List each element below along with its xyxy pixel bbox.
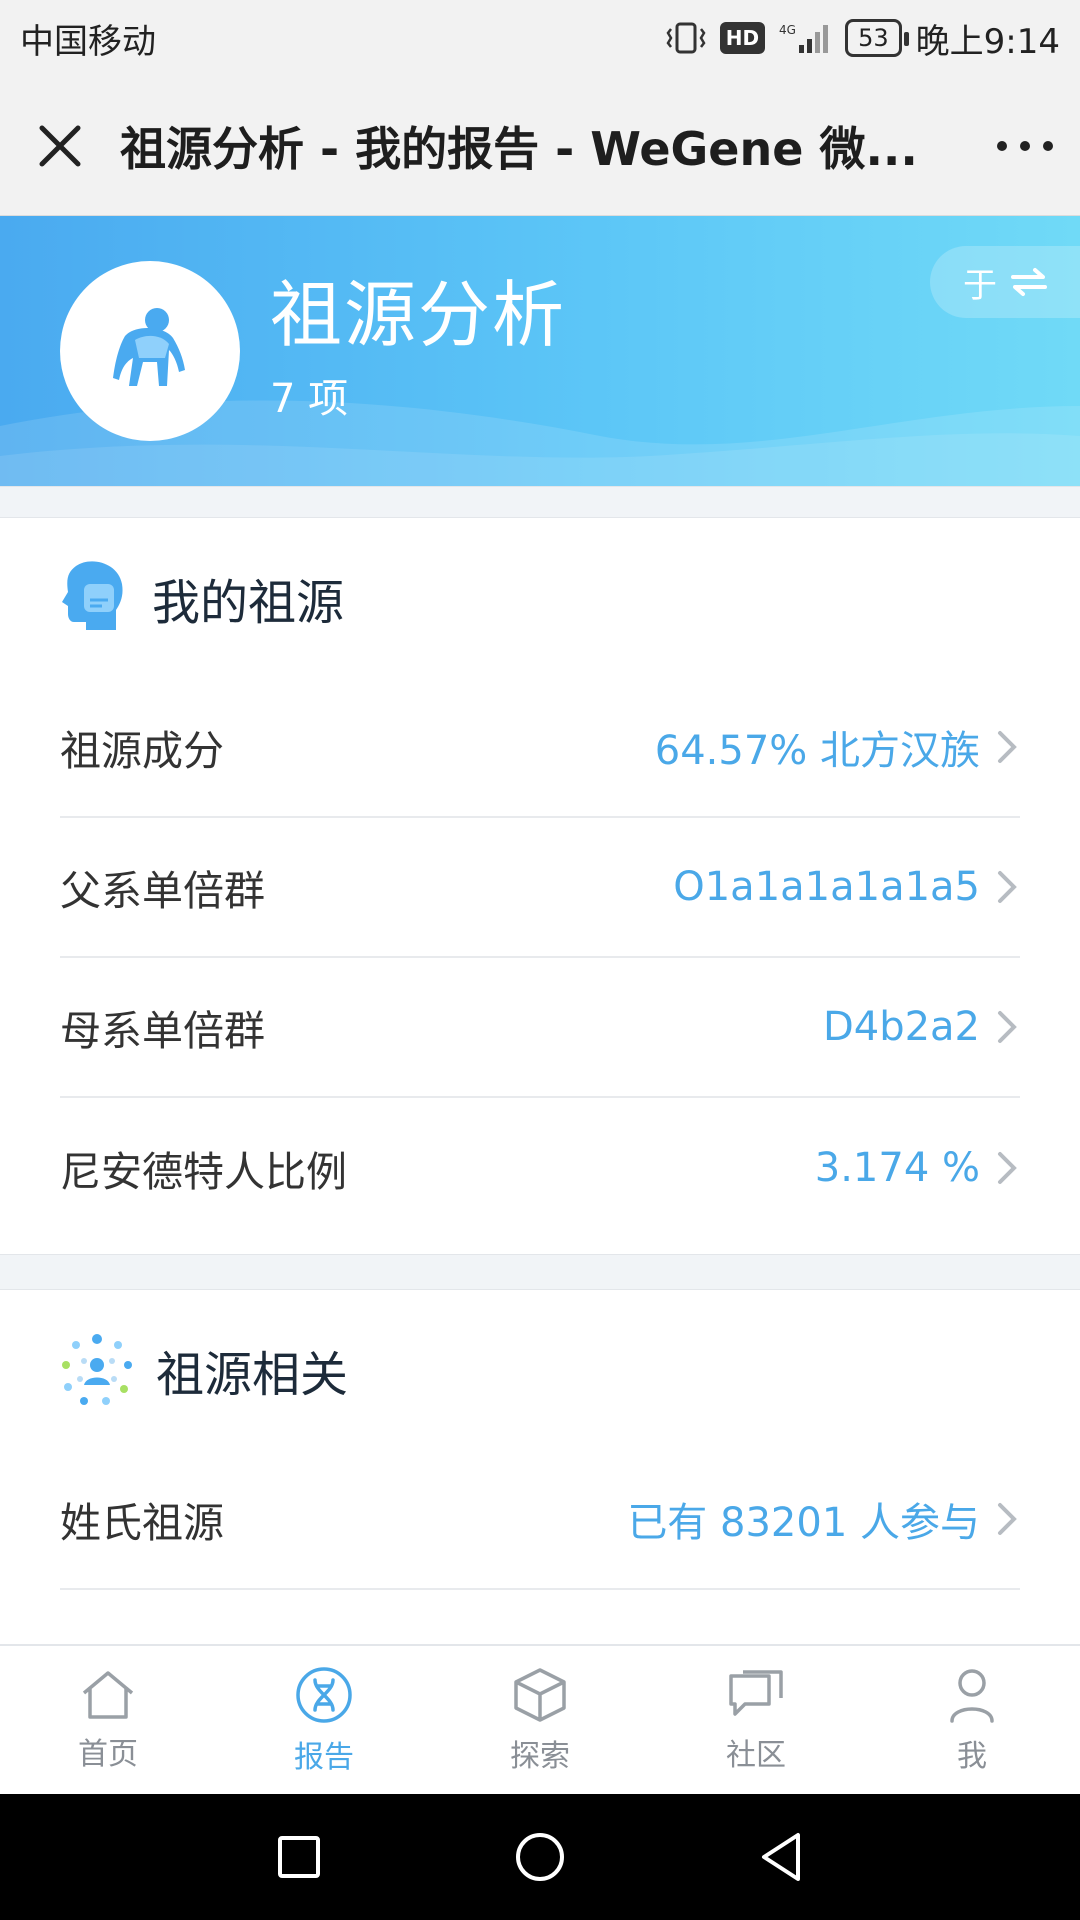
hd-badge: HD — [719, 22, 766, 54]
chat-icon — [729, 1670, 783, 1716]
row-value-group: O1a1a1a1a1a5 — [673, 864, 1020, 910]
chevron-right-icon — [998, 1152, 1017, 1184]
bottom-tab-bar: 首页 报告 探索 社区 我 — [0, 1644, 1080, 1796]
battery-indicator: 53 — [845, 19, 909, 57]
tab-label: 首页 — [78, 1737, 138, 1772]
tab-label: 报告 — [294, 1740, 354, 1775]
chevron-right-icon — [998, 1503, 1017, 1535]
section-header: 祖源相关 — [0, 1290, 1080, 1450]
system-nav-bar — [0, 1794, 1080, 1920]
ancestry-related-section: 祖源相关 姓氏祖源 已有 83201 人参与 — [0, 1290, 1080, 1590]
tab-label: 社区 — [726, 1738, 786, 1773]
more-options-button[interactable] — [970, 76, 1080, 216]
signal-icon: 4G — [779, 21, 831, 55]
home-icon — [82, 1671, 134, 1719]
switch-user-button[interactable]: 于 — [930, 246, 1080, 318]
section-title: 祖源相关 — [156, 1347, 349, 1403]
close-button[interactable] — [0, 76, 120, 216]
row-label: 母系单倍群 — [60, 1007, 265, 1055]
status-icons: HD 4G 53 晚上9:14 — [666, 14, 1060, 63]
swap-arrows-icon — [1011, 268, 1047, 296]
row-value-group: 3.174 % — [815, 1145, 1020, 1191]
network-type: 4G — [779, 23, 796, 37]
banner-title: 祖源分析 — [270, 273, 567, 357]
ape-icon — [113, 308, 185, 386]
section-header: 我的祖源 — [0, 518, 1080, 678]
row-label: 尼安德特人比例 — [60, 1148, 347, 1196]
carrier-label: 中国移动 — [20, 21, 156, 62]
row-paternal-haplogroup[interactable]: 父系单倍群 O1a1a1a1a1a5 — [60, 818, 1020, 958]
chevron-right-icon — [998, 731, 1017, 763]
my-ancestry-section: 我的祖源 祖源成分 64.57% 北方汉族 父系单倍群 O1a1a1a1a1a5… — [0, 518, 1080, 1238]
report-count: 7 项 — [270, 376, 349, 422]
row-value: 64.57% 北方汉族 — [654, 728, 980, 774]
vibrate-icon — [666, 21, 706, 55]
row-ancestry-composition[interactable]: 祖源成分 64.57% 北方汉族 — [60, 678, 1020, 818]
user-icon — [950, 1669, 994, 1723]
tab-report[interactable]: 报告 — [216, 1646, 432, 1796]
row-value: 3.174 % — [814, 1145, 980, 1191]
cube-icon — [514, 1668, 566, 1722]
network-people-icon — [62, 1334, 132, 1405]
tab-community[interactable]: 社区 — [648, 1646, 864, 1796]
row-value-group: D4b2a2 — [823, 1004, 1020, 1050]
title-bar: 祖源分析 - 我的报告 - WeGene 微... — [0, 76, 1080, 216]
tab-me[interactable]: 我 — [864, 1646, 1080, 1796]
head-profile-icon — [62, 561, 123, 630]
clock: 晚上9:14 — [915, 21, 1060, 62]
tab-label: 探索 — [510, 1739, 570, 1774]
tab-home[interactable]: 首页 — [0, 1646, 216, 1796]
chevron-right-icon — [998, 871, 1017, 903]
user-name: 于 — [963, 265, 997, 306]
row-maternal-haplogroup[interactable]: 母系单倍群 D4b2a2 — [60, 958, 1020, 1098]
row-value-group: 已有 83201 人参与 — [627, 1490, 1020, 1548]
row-label: 姓氏祖源 — [60, 1499, 224, 1547]
chevron-right-icon — [998, 1011, 1017, 1043]
page-title: 祖源分析 - 我的报告 - WeGene 微... — [120, 121, 918, 176]
back-triangle-icon[interactable] — [758, 1831, 804, 1883]
row-neanderthal-ratio[interactable]: 尼安德特人比例 3.174 % — [60, 1098, 1020, 1238]
tab-label: 我 — [957, 1739, 987, 1774]
report-banner: 祖源分析 7 项 于 — [0, 216, 1080, 486]
dna-icon — [296, 1667, 352, 1723]
row-value: 已有 83201 人参与 — [627, 1500, 980, 1546]
status-bar: 中国移动 HD 4G 53 晚上9:14 — [0, 0, 1080, 76]
close-icon — [39, 125, 81, 166]
section-title: 我的祖源 — [152, 575, 345, 631]
row-label: 祖源成分 — [60, 727, 224, 775]
row-value: O1a1a1a1a1a5 — [673, 864, 980, 910]
section-divider — [0, 486, 1080, 518]
ancestry-avatar — [60, 261, 240, 441]
row-value-group: 64.57% 北方汉族 — [655, 718, 1020, 776]
home-circle-icon[interactable] — [514, 1831, 566, 1883]
section-divider — [0, 1254, 1080, 1290]
recents-square-icon[interactable] — [276, 1834, 322, 1880]
row-value: D4b2a2 — [822, 1004, 980, 1050]
tab-explore[interactable]: 探索 — [432, 1646, 648, 1796]
more-dots-icon — [997, 140, 1053, 151]
row-label: 父系单倍群 — [60, 867, 265, 915]
row-surname-ancestry[interactable]: 姓氏祖源 已有 83201 人参与 — [60, 1450, 1020, 1590]
